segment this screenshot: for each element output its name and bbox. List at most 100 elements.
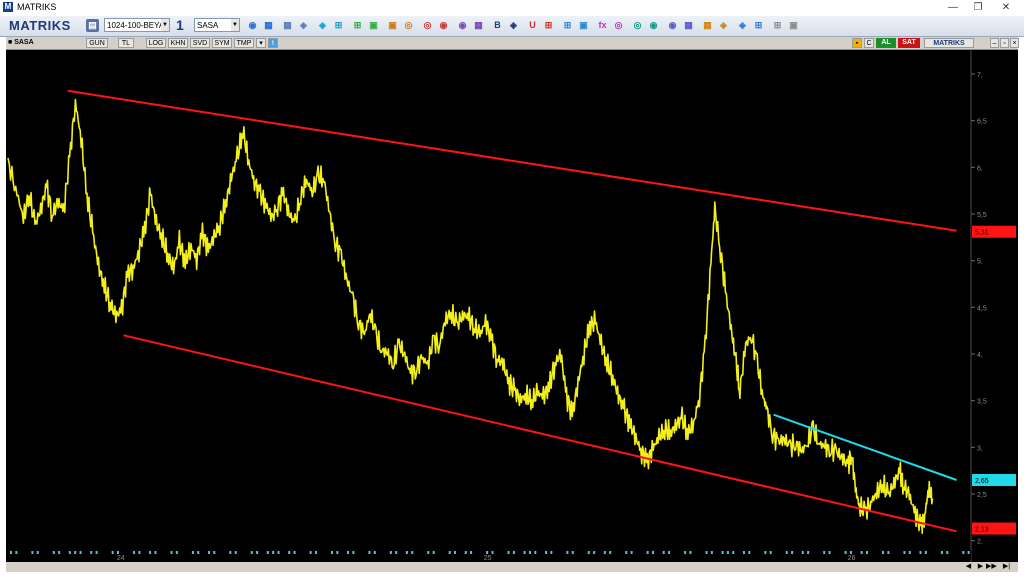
close-button[interactable]: ✕	[993, 0, 1019, 15]
settings-icon[interactable]: ⊞	[771, 19, 784, 32]
x-axis-marker	[52, 551, 55, 554]
zoom-icon[interactable]: ◈	[316, 19, 329, 32]
save-icon[interactable]: ◉	[246, 19, 259, 32]
end-button[interactable]: ▶|	[1002, 562, 1011, 571]
x-axis-marker	[31, 551, 34, 554]
zoom-icon-alt[interactable]: ⊞	[332, 19, 345, 32]
x-axis-marker	[823, 551, 826, 554]
x-axis-marker	[111, 551, 114, 554]
x-axis-marker	[962, 551, 965, 554]
bar-chart-icon[interactable]: ▣	[386, 19, 399, 32]
scroll-left-button[interactable]: ◀	[964, 562, 973, 571]
currency-button[interactable]: TL	[118, 38, 134, 48]
chart-svg[interactable]: 2, 2,5 3, 3,5 4, 4,5 5, 5,5 6, 6,5 7, 24 25 26 5,31 2,6…	[6, 50, 1018, 562]
x-axis-marker	[277, 551, 280, 554]
calendar-icon-alt[interactable]: ◉	[647, 19, 660, 32]
sym-button[interactable]: SYM	[212, 38, 232, 48]
fx-icon-alt[interactable]: ◎	[612, 19, 625, 32]
c-button[interactable]: C	[864, 38, 874, 48]
settings-icon-alt[interactable]: ▣	[787, 19, 800, 32]
x-axis-marker	[523, 551, 526, 554]
buy-button[interactable]: AL	[876, 38, 896, 48]
y-tick-label: 6,5	[977, 119, 987, 126]
indicator-icon[interactable]: ◉	[456, 19, 469, 32]
chart-subbar: ■ SASA GUN TL LOG KHN SVD SYM TMP ▾ t ▪ …	[6, 37, 1019, 50]
alarm-icon-alt[interactable]: ◈	[717, 19, 730, 32]
print-icon-alt[interactable]: ⊞	[752, 19, 765, 32]
x-axis-marker	[368, 551, 371, 554]
maximize-button[interactable]: ❐	[965, 0, 991, 15]
drawing-icon[interactable]: ▦	[281, 19, 294, 32]
x-axis-marker	[175, 551, 178, 554]
x-axis-marker	[486, 551, 489, 554]
x-axis-marker	[587, 551, 590, 554]
alarm-icon[interactable]: ▦	[701, 19, 714, 32]
template-select[interactable]: 1024-100-BEYA ▼	[104, 18, 170, 32]
lock-icon[interactable]: ▪	[852, 38, 862, 48]
x-axis-marker	[293, 551, 296, 554]
grid-icon[interactable]: ◉	[666, 19, 679, 32]
dropdown-icon[interactable]: ▾	[256, 38, 266, 48]
font-icon[interactable]: ⊞	[561, 19, 574, 32]
fast-forward-button[interactable]: ▶▶	[986, 562, 997, 571]
khn-button[interactable]: KHN	[168, 38, 188, 48]
twitter-icon[interactable]: t	[268, 38, 278, 48]
indicator-icon-alt[interactable]: ▦	[472, 19, 485, 32]
x-axis-marker	[288, 551, 291, 554]
period-button[interactable]: GUN	[86, 38, 108, 48]
tmp-button[interactable]: TMP	[234, 38, 254, 48]
x-axis-marker	[512, 551, 515, 554]
x-axis-marker	[58, 551, 61, 554]
x-axis-marker	[710, 551, 713, 554]
minimize-button[interactable]: —	[940, 0, 966, 15]
y-tick-label: 5,5	[977, 212, 987, 219]
save-icon[interactable]: ▤	[86, 19, 99, 32]
undo-icon-alt[interactable]: ⊞	[542, 19, 555, 32]
log-button[interactable]: LOG	[146, 38, 166, 48]
sell-button[interactable]: SAT	[898, 38, 920, 48]
x-axis-marker	[464, 551, 467, 554]
price-chart[interactable]: 2, 2,5 3, 3,5 4, 4,5 5, 5,5 6, 6,5 7, 24 25 26 5,31 2,6…	[6, 50, 1018, 568]
x-axis-marker	[860, 551, 863, 554]
y-tick-label: 4,5	[977, 305, 987, 312]
print-icon[interactable]: ◈	[736, 19, 749, 32]
restore-chart-button[interactable]: ▫	[1000, 38, 1009, 48]
x-axis-marker	[427, 551, 430, 554]
symbol-select[interactable]: SASA ▼	[194, 18, 240, 32]
svd-button[interactable]: SVD	[190, 38, 210, 48]
close-chart-button[interactable]: ×	[1010, 38, 1019, 48]
x-axis-marker	[849, 551, 852, 554]
pie-icon-alt[interactable]: ◉	[437, 19, 450, 32]
fx-icon[interactable]: fx	[596, 19, 609, 32]
x-axis-marker	[528, 551, 531, 554]
price-label-text: 2,65	[975, 478, 989, 485]
line-tool-icon[interactable]: ⊞	[351, 19, 364, 32]
chart-count[interactable]: 1	[176, 17, 184, 33]
x-axis-marker	[652, 551, 654, 554]
font-icon-alt[interactable]: ▣	[577, 19, 590, 32]
line-tool-icon-alt[interactable]: ▣	[367, 19, 380, 32]
price-label-text: 2,13	[975, 527, 989, 534]
x-axis-marker	[566, 551, 569, 554]
x-axis-marker	[272, 551, 275, 554]
calendar-icon[interactable]: ◎	[631, 19, 644, 32]
scroll-button[interactable]: ▶	[976, 562, 985, 571]
bar-chart-icon-alt[interactable]: ◎	[402, 19, 415, 32]
x-axis-marker	[967, 551, 970, 554]
minimize-chart-button[interactable]: –	[990, 38, 999, 48]
pie-icon[interactable]: ◎	[421, 19, 434, 32]
x-axis-marker	[234, 551, 237, 554]
drawing-icon-alt[interactable]: ◈	[297, 19, 310, 32]
x-axis-marker	[593, 551, 596, 554]
bold-icon[interactable]: B	[491, 19, 504, 32]
bold-icon-alt[interactable]: ◈	[507, 19, 520, 32]
x-axis-marker	[197, 551, 200, 554]
x-axis-marker	[36, 551, 39, 554]
save-icon-alt[interactable]: ▦	[262, 19, 275, 32]
x-axis-marker	[448, 551, 451, 554]
undo-icon[interactable]: U	[526, 19, 539, 32]
x-axis-marker	[213, 551, 216, 554]
x-axis-marker	[646, 551, 649, 554]
grid-icon-alt[interactable]: ▦	[682, 19, 695, 32]
window-title: MATRIKS	[17, 2, 57, 12]
